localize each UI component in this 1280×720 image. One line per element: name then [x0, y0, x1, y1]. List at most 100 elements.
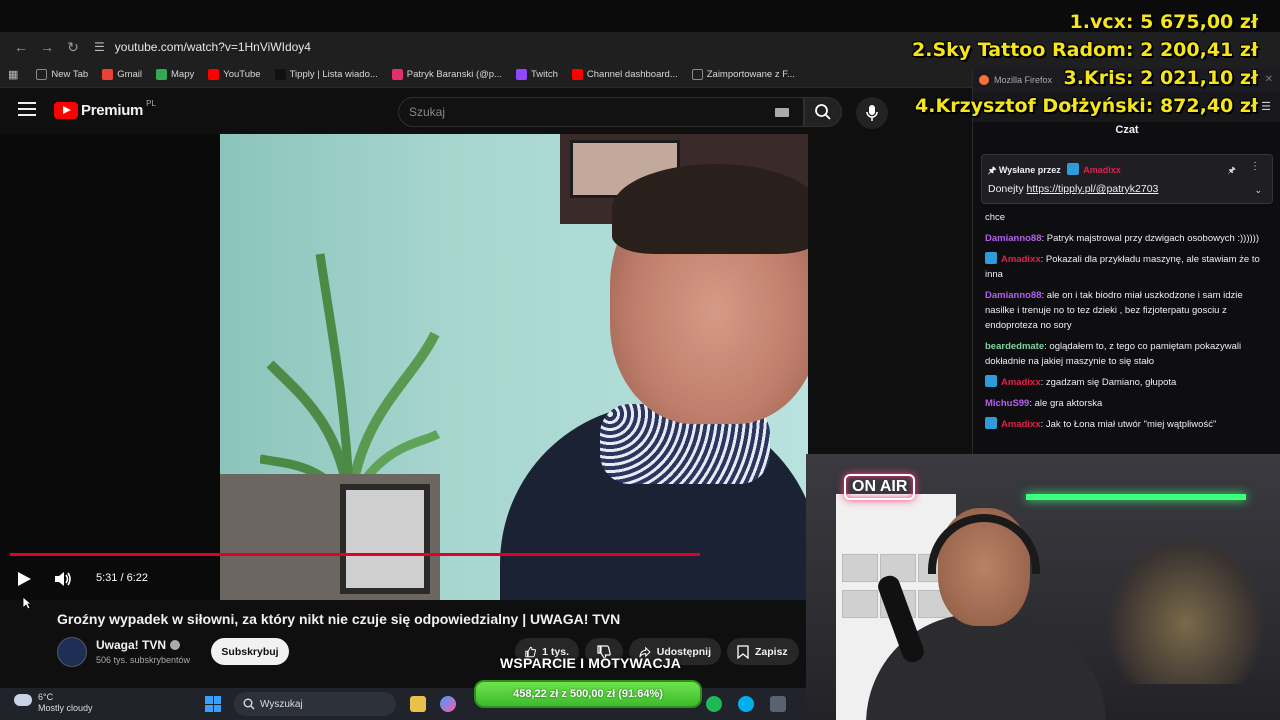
background-photo: [220, 474, 440, 600]
pinned-message[interactable]: 🖈 Wysłane przez Amadixx 🖈 ⋮ Donejty http…: [981, 154, 1273, 204]
leaderboard-amount: 5 675,00 zł: [1133, 11, 1258, 33]
bookmark-favicon-icon: [274, 69, 286, 80]
leaderboard-row: 4.Krzysztof Dołżyński: 872,40 zł: [912, 92, 1258, 120]
user-badge-icon: [985, 417, 997, 429]
chat-message: chce: [985, 210, 1273, 225]
voice-search-button[interactable]: [856, 97, 888, 129]
save-label: Zapisz: [755, 645, 788, 658]
taskbar-search[interactable]: Wyszukaj: [234, 692, 396, 716]
search-input[interactable]: Szukaj: [398, 97, 804, 127]
chat-username[interactable]: MichuS99: [985, 398, 1029, 409]
bookmark-item[interactable]: YouTube: [208, 69, 261, 80]
windows-start-icon[interactable]: [205, 696, 221, 712]
url-field[interactable]: ☰ youtube.com/watch?v=1HnViWIdoy4: [94, 40, 311, 54]
chat-username[interactable]: Amadixx: [1001, 419, 1041, 430]
bookmark-favicon-icon: [208, 69, 220, 80]
youtube-logo[interactable]: Premium PL: [54, 99, 156, 119]
youtube-header: Premium PL Szukaj: [0, 88, 972, 134]
leaderboard-rank: 4.: [915, 95, 936, 117]
bookmark-item[interactable]: Mapy: [156, 69, 194, 80]
chat-message: MichuS99: ale gra aktorska: [985, 398, 1103, 409]
subscribe-button[interactable]: Subskrybuj: [211, 638, 289, 665]
cloud-icon: [14, 694, 32, 706]
reload-icon[interactable]: ↻: [60, 34, 86, 60]
video-frame: [220, 134, 808, 600]
bookmark-item[interactable]: New Tab: [36, 69, 88, 80]
video-progress-bar[interactable]: [10, 553, 701, 556]
channel-avatar[interactable]: [57, 637, 87, 667]
chat-username[interactable]: beardedmate: [985, 341, 1044, 352]
chat-username[interactable]: Amadixx: [1001, 377, 1041, 388]
bookmark-favicon-icon: [515, 69, 527, 80]
bookmark-item[interactable]: Gmail: [102, 69, 142, 80]
webcam-overlay: ON AIR: [806, 454, 1280, 720]
logo-premium-text: Premium: [81, 102, 144, 119]
leaderboard-row: 1.vcx: 5 675,00 zł: [912, 8, 1258, 36]
keyboard-icon[interactable]: [775, 108, 789, 117]
leaderboard-rank: 2.: [912, 39, 933, 61]
menu-hamburger-icon[interactable]: [18, 102, 36, 116]
chat-text: zgadzam się Damiano, głupota: [1045, 377, 1177, 388]
spotify-icon[interactable]: [706, 696, 722, 712]
channel-name[interactable]: Uwaga! TVN: [96, 638, 181, 652]
verified-icon: [170, 640, 181, 650]
video-player[interactable]: 5:31 / 6:22: [0, 134, 808, 600]
neon-light: [1026, 494, 1246, 500]
chat-text: Patryk majstrowal przy dzwigach osobowyc…: [1046, 233, 1260, 244]
copilot-icon[interactable]: [440, 696, 456, 712]
screen: ← → ↻ ☰ youtube.com/watch?v=1HnViWIdoy4 …: [0, 0, 1280, 720]
chat-username[interactable]: Amadixx: [1001, 254, 1041, 265]
goal-label: WSPARCIE I MOTYWACJA: [500, 655, 682, 671]
bookmark-label: Twitch: [530, 69, 558, 80]
file-explorer-icon[interactable]: [410, 696, 426, 712]
leaderboard-name: Kris:: [1083, 67, 1134, 89]
bookmark-favicon-icon: [691, 69, 703, 80]
donation-goal-bar: 458,22 zł z 500,00 zł (91.64%): [474, 680, 702, 708]
chat-username[interactable]: Damianno88: [985, 290, 1042, 301]
youtube-play-icon: [54, 102, 78, 119]
bookmark-item[interactable]: Channel dashboard...: [571, 69, 678, 80]
chat-message: beardedmate: oglądałem to, z tego co pam…: [985, 341, 1242, 367]
chat-text: Jak to Łona miał utwór "miej wątpliwość": [1045, 419, 1217, 430]
bookmark-item[interactable]: Twitch: [515, 69, 558, 80]
user-badge-icon: [985, 252, 997, 264]
site-settings-icon[interactable]: ☰: [94, 40, 105, 54]
chat-messages: chce Damianno88: Patryk majstrowal przy d…: [985, 210, 1273, 438]
skype-icon[interactable]: [738, 696, 754, 712]
forward-arrow-icon[interactable]: →: [34, 34, 60, 60]
donor-leaderboard: 1.vcx: 5 675,00 zł 2.Sky Tattoo Radom: 2 …: [912, 8, 1258, 120]
bookmark-item[interactable]: Zaimportowane z F...: [691, 69, 795, 80]
chat-message: Damianno88: ale on i tak biodro miał usz…: [985, 290, 1243, 331]
bookmark-label: Gmail: [117, 69, 143, 80]
back-arrow-icon[interactable]: ←: [8, 34, 34, 60]
chat-username[interactable]: Damianno88: [985, 233, 1042, 244]
chevron-down-icon[interactable]: ⌄: [1254, 185, 1262, 196]
search-button[interactable]: [804, 97, 842, 127]
bookmark-favicon-icon: [571, 69, 583, 80]
play-button[interactable]: [16, 571, 32, 592]
pinned-by: 🖈 Wysłane przez Amadixx: [988, 163, 1121, 175]
chat-text: ale gra aktorska: [1034, 398, 1103, 409]
bookmark-label: Patryk Baranski (@p...: [406, 69, 502, 80]
bookmark-item[interactable]: Patryk Baranski (@p...: [391, 69, 502, 80]
leaderboard-amount: 872,40 zł: [1153, 95, 1258, 117]
weather-widget[interactable]: 6°C Mostly cloudy: [14, 692, 93, 714]
mouse-cursor-icon: [22, 596, 32, 610]
chat-text: chce: [985, 212, 1006, 223]
volume-button[interactable]: [54, 571, 72, 592]
search-placeholder: Szukaj: [409, 105, 446, 119]
calculator-icon[interactable]: [770, 696, 786, 712]
bookmark-favicon-icon: [156, 69, 168, 80]
user-badge-icon: [985, 375, 997, 387]
tipply-link[interactable]: https://tipply.pl/@patryk2703: [1027, 183, 1159, 195]
bookmark-item[interactable]: Tipply | Lista wiado...: [274, 69, 378, 80]
temperature: 6°C: [38, 692, 54, 702]
chat-menu-icon[interactable]: ☰: [1261, 100, 1271, 113]
bookmark-favicon-icon: [102, 69, 114, 80]
more-options-icon[interactable]: ⋮: [1250, 161, 1260, 172]
close-icon[interactable]: ✕: [1265, 74, 1273, 85]
bookmark-label: Zaimportowane z F...: [706, 69, 795, 80]
unpin-icon[interactable]: 🖈: [1228, 163, 1236, 179]
save-button[interactable]: Zapisz: [727, 638, 799, 665]
apps-grid-icon[interactable]: ▦: [8, 68, 18, 81]
